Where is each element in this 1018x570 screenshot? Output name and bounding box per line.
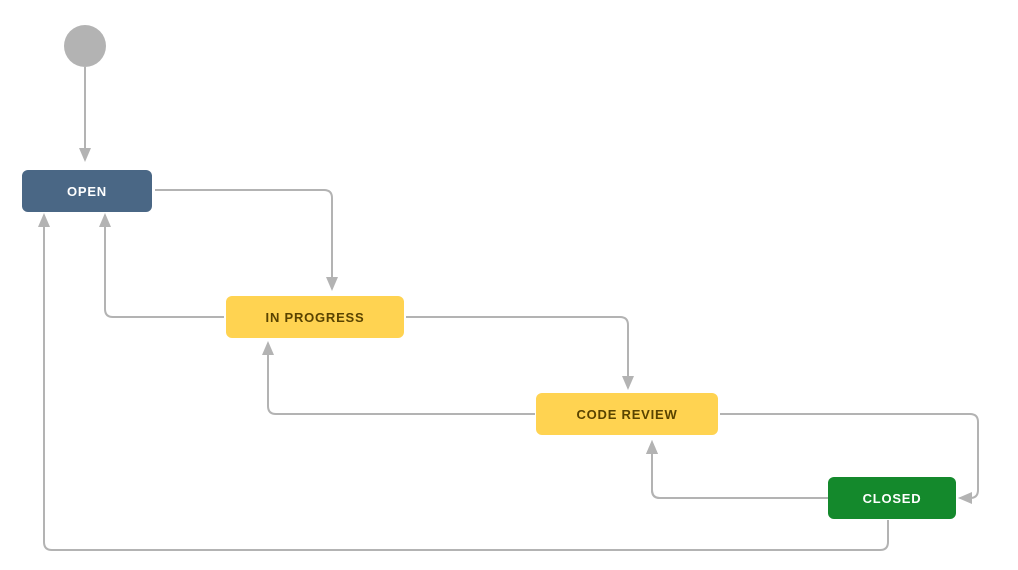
edge-closereview-to-closed-right xyxy=(960,414,978,498)
state-closed: CLOSED xyxy=(828,477,956,519)
state-code-review: CODE REVIEW xyxy=(536,393,718,435)
state-closed-label: CLOSED xyxy=(863,491,922,506)
state-open-label: OPEN xyxy=(67,184,107,199)
start-node xyxy=(64,25,106,67)
state-in-progress-label: IN PROGRESS xyxy=(266,310,365,325)
state-open: OPEN xyxy=(22,170,152,212)
edge-codereview-to-inprogress xyxy=(268,343,535,414)
edge-codereview-to-closed xyxy=(720,414,818,498)
state-in-progress: IN PROGRESS xyxy=(226,296,404,338)
edge-closed-to-codereview xyxy=(652,442,828,498)
edge-closed-to-codereview-full xyxy=(652,442,828,498)
edge-closed-to-open xyxy=(44,215,888,550)
edge-inprogress-to-codereview xyxy=(406,317,628,388)
workflow-diagram: OPEN IN PROGRESS CODE REVIEW CLOSED xyxy=(0,0,1018,570)
edge-inprogress-to-open xyxy=(105,215,224,317)
state-code-review-label: CODE REVIEW xyxy=(576,407,677,422)
edge-open-to-inprogress xyxy=(155,190,332,289)
